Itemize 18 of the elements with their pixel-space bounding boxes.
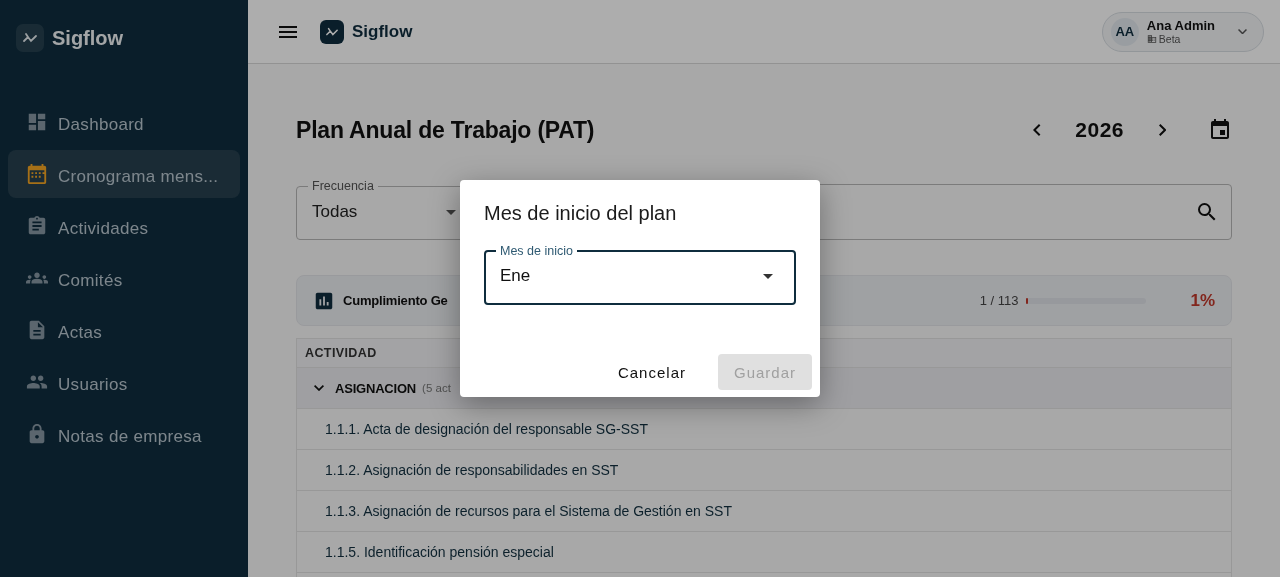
user-avatar: AA — [1110, 17, 1139, 46]
column-header: ACTIVIDAD — [305, 346, 377, 360]
brand-name: Sigflow — [352, 21, 413, 42]
activity-cell: 1.1.1. Acta de designación del responsable SG-SST — [325, 421, 648, 437]
group-name: ASIGNACION — [335, 380, 417, 396]
activity-cell: 1.1.5. Identificación pensión especial — [325, 544, 554, 560]
user-name: Ana Admin — [1146, 18, 1215, 33]
brand-name: Sigflow — [52, 26, 124, 50]
page-title: Plan Anual de Trabajo (PAT) — [296, 116, 595, 144]
activity-cell: 1.1.3. Asignación de recursos para el Sistema de Gestión en SST — [325, 503, 732, 519]
progress-percent: 1% — [1190, 290, 1215, 311]
group-count: (5 act — [422, 382, 451, 394]
year-label: 2026 — [1075, 118, 1124, 142]
progress-count: 1 / 113 — [979, 293, 1019, 308]
dialog-title: Mes de inicio del plan — [484, 202, 678, 225]
company-name: Beta — [1158, 32, 1181, 45]
activity-cell: 1.1.2. Asignación de responsabilidades en SST — [325, 462, 619, 478]
progress-label: Cumplimiento Ge — [343, 293, 448, 308]
